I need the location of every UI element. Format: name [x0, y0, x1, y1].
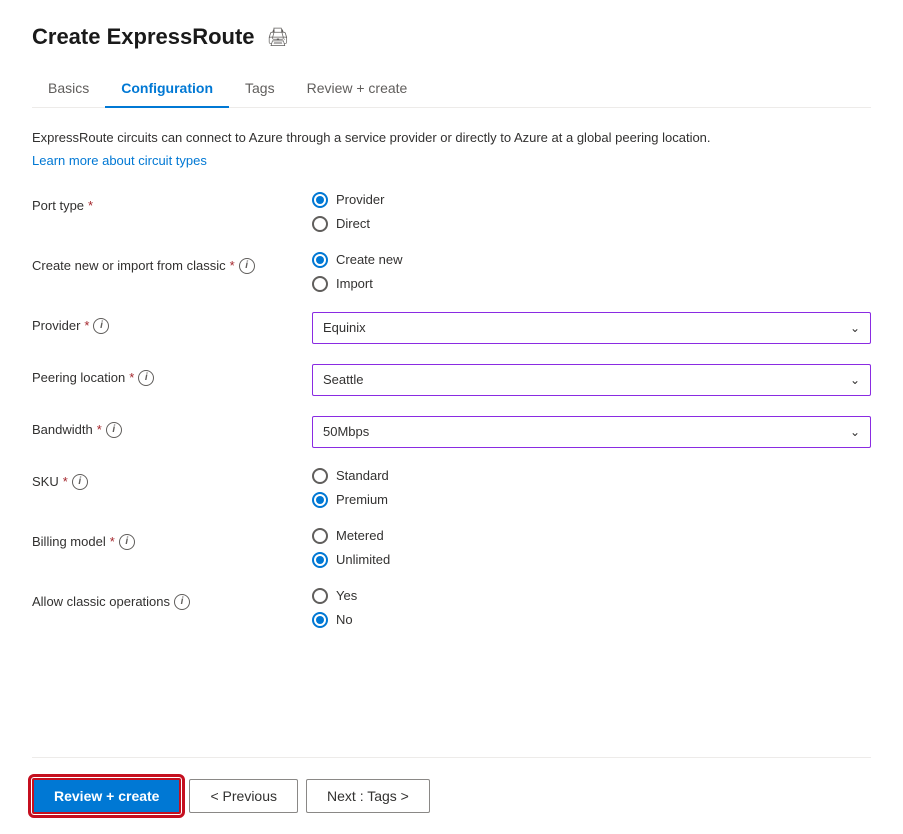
allow-classic-control: Yes No [312, 588, 871, 628]
sku-label: SKU * i [32, 468, 312, 490]
sku-control: Standard Premium [312, 468, 871, 508]
description-text: ExpressRoute circuits can connect to Azu… [32, 128, 871, 148]
radio-provider[interactable] [312, 192, 328, 208]
page-container: Create ExpressRoute 🖨 Basics Configurati… [0, 0, 903, 834]
billing-metered[interactable]: Metered [312, 528, 871, 544]
port-type-control: Provider Direct [312, 192, 871, 232]
radio-create-new[interactable] [312, 252, 328, 268]
sku-standard[interactable]: Standard [312, 468, 871, 484]
billing-model-info-icon[interactable]: i [119, 534, 135, 550]
allow-classic-label: Allow classic operations i [32, 588, 312, 610]
provider-required: * [84, 318, 89, 333]
provider-info-icon[interactable]: i [93, 318, 109, 334]
provider-chevron-icon: ⌄ [850, 321, 860, 335]
create-import-create-new[interactable]: Create new [312, 252, 871, 268]
previous-button[interactable]: < Previous [189, 779, 298, 813]
provider-control: Equinix ⌄ [312, 312, 871, 344]
review-create-button[interactable]: Review + create [32, 778, 181, 814]
tabs-bar: Basics Configuration Tags Review + creat… [32, 70, 871, 108]
peering-location-row: Peering location * i Seattle ⌄ [32, 364, 871, 396]
port-type-row: Port type * Provider Direct [32, 192, 871, 232]
provider-dropdown[interactable]: Equinix ⌄ [312, 312, 871, 344]
radio-unlimited[interactable] [312, 552, 328, 568]
print-icon[interactable]: 🖨 [267, 27, 290, 48]
learn-more-link[interactable]: Learn more about circuit types [32, 153, 207, 168]
billing-unlimited[interactable]: Unlimited [312, 552, 871, 568]
bandwidth-chevron-icon: ⌄ [850, 425, 860, 439]
billing-model-control: Metered Unlimited [312, 528, 871, 568]
create-import-info-icon[interactable]: i [239, 258, 255, 274]
radio-direct[interactable] [312, 216, 328, 232]
footer: Review + create < Previous Next : Tags > [32, 757, 871, 834]
bandwidth-row: Bandwidth * i 50Mbps ⌄ [32, 416, 871, 448]
sku-info-icon[interactable]: i [72, 474, 88, 490]
next-button[interactable]: Next : Tags > [306, 779, 430, 813]
bandwidth-info-icon[interactable]: i [106, 422, 122, 438]
sku-row: SKU * i Standard Premium [32, 468, 871, 508]
tab-basics[interactable]: Basics [32, 70, 105, 108]
tab-tags[interactable]: Tags [229, 70, 291, 108]
create-import-import[interactable]: Import [312, 276, 871, 292]
page-title: Create ExpressRoute [32, 24, 255, 50]
radio-import[interactable] [312, 276, 328, 292]
bandwidth-required: * [97, 422, 102, 437]
create-import-row: Create new or import from classic * i Cr… [32, 252, 871, 292]
radio-classic-yes[interactable] [312, 588, 328, 604]
tab-review-create[interactable]: Review + create [291, 70, 424, 108]
create-import-required: * [230, 258, 235, 273]
peering-location-chevron-icon: ⌄ [850, 373, 860, 387]
radio-sku-standard[interactable] [312, 468, 328, 484]
provider-row: Provider * i Equinix ⌄ [32, 312, 871, 344]
billing-model-row: Billing model * i Metered Unlimited [32, 528, 871, 568]
radio-metered[interactable] [312, 528, 328, 544]
port-type-label: Port type * [32, 192, 312, 213]
peering-location-label: Peering location * i [32, 364, 312, 386]
peering-location-required: * [129, 370, 134, 385]
peering-location-info-icon[interactable]: i [138, 370, 154, 386]
port-type-required: * [88, 198, 93, 213]
create-import-label: Create new or import from classic * i [32, 252, 312, 274]
form-section: Port type * Provider Direct Create new [32, 192, 871, 758]
sku-required: * [63, 474, 68, 489]
port-type-direct[interactable]: Direct [312, 216, 871, 232]
port-type-provider[interactable]: Provider [312, 192, 871, 208]
allow-classic-no[interactable]: No [312, 612, 871, 628]
allow-classic-yes[interactable]: Yes [312, 588, 871, 604]
sku-premium[interactable]: Premium [312, 492, 871, 508]
peering-location-control: Seattle ⌄ [312, 364, 871, 396]
peering-location-dropdown[interactable]: Seattle ⌄ [312, 364, 871, 396]
bandwidth-dropdown[interactable]: 50Mbps ⌄ [312, 416, 871, 448]
create-import-control: Create new Import [312, 252, 871, 292]
radio-classic-no[interactable] [312, 612, 328, 628]
description-block: ExpressRoute circuits can connect to Azu… [32, 128, 871, 168]
bandwidth-label: Bandwidth * i [32, 416, 312, 438]
provider-label: Provider * i [32, 312, 312, 334]
page-header: Create ExpressRoute 🖨 [32, 24, 871, 50]
radio-sku-premium[interactable] [312, 492, 328, 508]
bandwidth-control: 50Mbps ⌄ [312, 416, 871, 448]
allow-classic-info-icon[interactable]: i [174, 594, 190, 610]
billing-model-required: * [110, 534, 115, 549]
tab-configuration[interactable]: Configuration [105, 70, 229, 108]
allow-classic-row: Allow classic operations i Yes No [32, 588, 871, 628]
billing-model-label: Billing model * i [32, 528, 312, 550]
